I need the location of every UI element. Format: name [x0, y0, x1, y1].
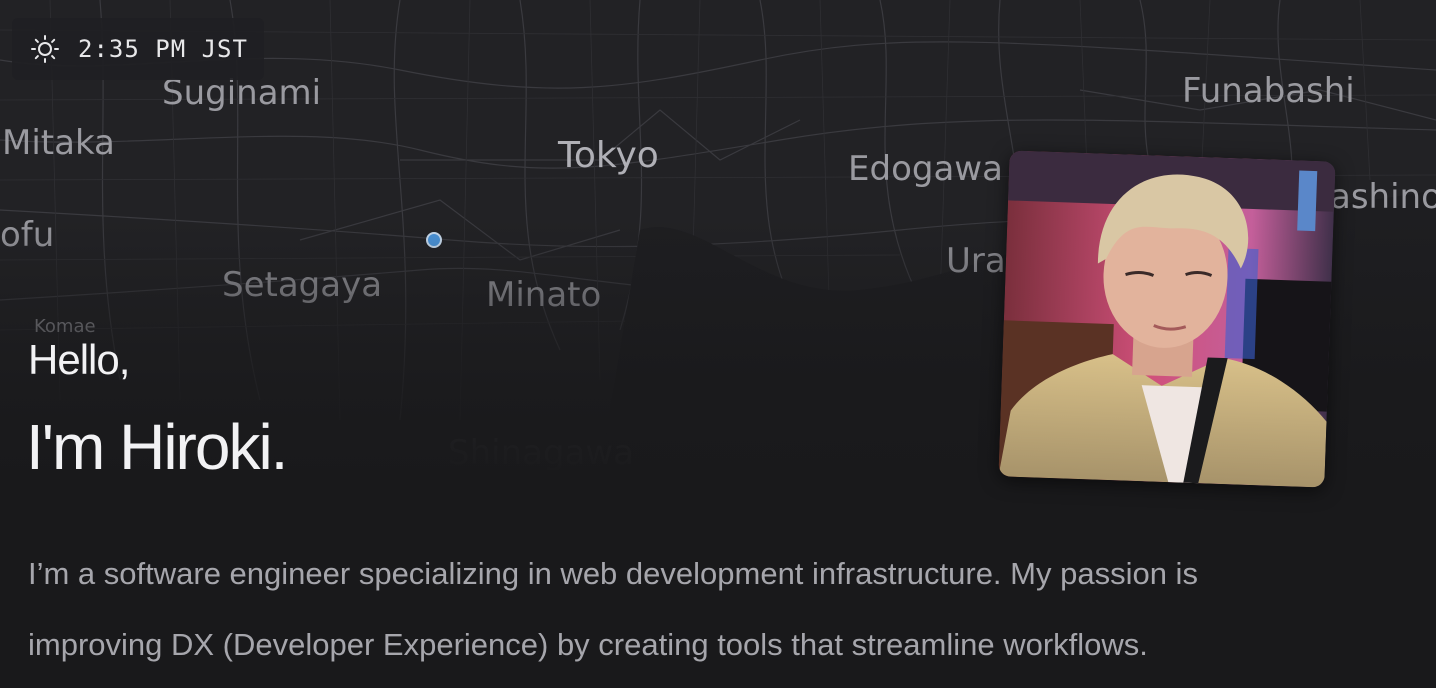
greeting-heading: Hello,: [28, 336, 130, 383]
intro-heading: I'm Hiroki.: [26, 411, 288, 483]
local-time-text: 2:35 PM JST: [78, 35, 248, 63]
place-label-edogawa: Edogawa: [848, 149, 1003, 189]
place-label-narashino: ashino: [1330, 177, 1436, 217]
place-label-chofu: ofu: [0, 215, 55, 255]
place-label-urayasu: Ura: [946, 241, 1006, 281]
local-time-widget: 2:35 PM JST: [12, 18, 264, 80]
profile-photo: [998, 150, 1336, 488]
sun-icon: [31, 35, 59, 63]
place-label-mitaka: Mitaka: [2, 123, 115, 163]
place-label-suginami: Suginami: [162, 73, 322, 113]
place-label-setagaya: Setagaya: [222, 265, 383, 305]
place-label-komae: Komae: [34, 316, 96, 337]
location-marker: [426, 232, 442, 248]
place-label-shinagawa: Shinagawa: [448, 433, 635, 470]
bio-line-1: I’m a software engineer specializing in …: [28, 556, 1198, 591]
place-label-minato: Minato: [486, 275, 602, 315]
place-label-tokyo: Tokyo: [558, 135, 659, 176]
place-label-funabashi: Funabashi: [1182, 71, 1355, 111]
bio-paragraph: I’m a software engineer specializing in …: [28, 538, 1418, 680]
bio-line-2: improving DX (Developer Experience) by c…: [28, 627, 1148, 662]
